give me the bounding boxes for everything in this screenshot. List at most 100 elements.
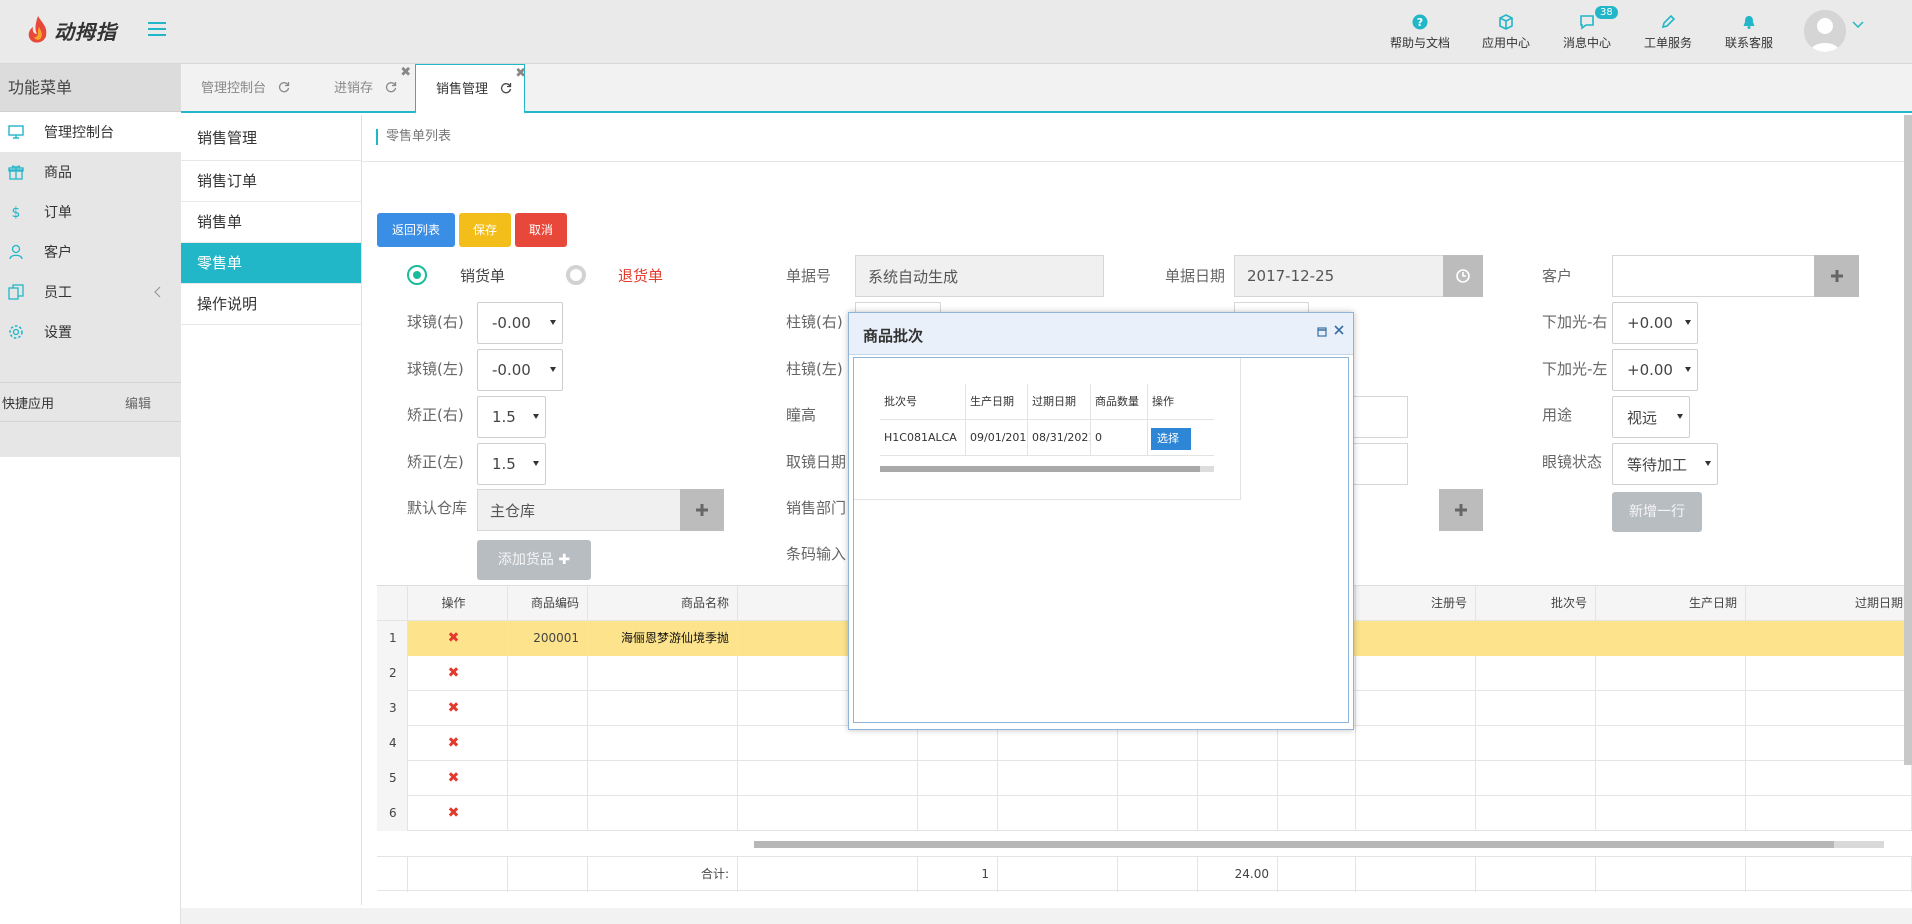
grid-cell[interactable] [1278,761,1356,796]
grid-cell[interactable] [1198,726,1278,761]
radio-return[interactable] [566,265,586,285]
grid-cell[interactable] [1356,796,1476,831]
radio-sale[interactable] [407,265,427,285]
refresh-icon[interactable] [385,81,397,93]
grid-cell[interactable] [998,761,1118,796]
save-button[interactable]: 保存 [459,213,511,247]
help-docs-button[interactable]: ? 帮助与文档 [1380,14,1460,51]
grid-cell[interactable] [1746,726,1912,761]
grid-cell[interactable] [1596,656,1746,691]
sidebar-item-goods[interactable]: 商品 [0,152,181,192]
goods-code-cell[interactable] [508,761,588,796]
goods-code-cell[interactable]: 200001 [508,621,588,656]
table-row[interactable]: 6 ✖ [377,796,1912,831]
delete-row-icon[interactable]: ✖ [408,726,508,761]
grid-cell[interactable] [738,761,918,796]
grid-cell[interactable] [1356,761,1476,796]
close-icon[interactable] [1333,324,1345,336]
delete-row-icon[interactable]: ✖ [408,621,508,656]
grid-cell[interactable] [1356,691,1476,726]
delete-row-icon[interactable]: ✖ [408,796,508,831]
sidebar-item-settings[interactable]: 设置 [0,312,181,352]
dept-add-button[interactable] [1439,489,1483,531]
usage-select[interactable]: 视远 [1612,396,1690,438]
message-center-button[interactable]: 38 消息中心 [1547,6,1627,51]
tab-sales-management[interactable]: 销售管理 ✖ [415,64,526,114]
grid-cell[interactable] [1476,691,1596,726]
sidebar-item-console[interactable]: 管理控制台 [0,112,181,152]
horizontal-scrollbar[interactable] [754,841,1884,848]
subnav-item-sales-order[interactable]: 销售订单 [181,161,361,202]
chevron-down-icon[interactable] [1852,18,1864,30]
goods-name-cell[interactable] [588,761,738,796]
goods-name-cell[interactable] [588,656,738,691]
grid-cell[interactable] [918,761,998,796]
grid-cell[interactable] [1746,691,1912,726]
subnav-item-instructions[interactable]: 操作说明 [181,284,361,325]
grid-cell[interactable] [1118,761,1198,796]
correction-left-select[interactable]: 1.5 [477,443,546,485]
sidebar-item-staff[interactable]: 员工 [0,272,181,312]
grid-cell[interactable] [1596,761,1746,796]
grid-cell[interactable] [1596,796,1746,831]
table-row[interactable]: 4 ✖ [377,726,1912,761]
customer-input[interactable] [1612,255,1815,297]
grid-cell[interactable] [1596,691,1746,726]
goods-code-cell[interactable] [508,796,588,831]
sph-right-select[interactable]: -0.00 [477,302,563,344]
grid-cell[interactable] [1746,656,1912,691]
batch-table-scrollbar[interactable] [880,466,1214,472]
grid-cell[interactable] [1596,726,1746,761]
ticket-service-button[interactable]: 工单服务 [1628,14,1708,51]
refresh-icon[interactable] [278,81,290,93]
app-center-button[interactable]: 应用中心 [1466,14,1546,51]
grid-cell[interactable] [1356,726,1476,761]
sidebar-item-customers[interactable]: 客户 [0,232,181,272]
maximize-icon[interactable] [1317,327,1327,337]
goods-code-cell[interactable] [508,691,588,726]
contact-support-button[interactable]: 联系客服 [1709,14,1789,51]
grid-cell[interactable] [1118,796,1198,831]
tab-console[interactable]: 管理控制台 [181,64,302,113]
table-row[interactable]: 5 ✖ [377,761,1912,796]
glasses-status-select[interactable]: 等待加工 [1612,443,1718,485]
scrollbar-thumb[interactable] [880,466,1200,472]
bill-no-input[interactable]: 系统自动生成 [855,255,1104,297]
delete-row-icon[interactable]: ✖ [408,656,508,691]
vertical-scrollbar[interactable] [1904,115,1912,765]
goods-code-cell[interactable] [508,656,588,691]
delete-row-icon[interactable]: ✖ [408,691,508,726]
close-icon[interactable]: ✖ [515,67,526,80]
quick-apps-edit-link[interactable]: 编辑 [125,393,151,412]
bill-date-input[interactable]: 2017-12-25 [1234,255,1444,297]
grid-cell[interactable] [1476,796,1596,831]
close-icon[interactable]: ✖ [400,66,411,79]
goods-name-cell[interactable] [588,691,738,726]
grid-cell[interactable] [998,726,1118,761]
tab-inventory[interactable]: 进销存 ✖ [314,64,411,113]
delete-row-icon[interactable]: ✖ [408,761,508,796]
warehouse-add-button[interactable] [680,489,724,531]
goods-code-cell[interactable] [508,726,588,761]
cancel-button[interactable]: 取消 [515,213,567,247]
grid-cell[interactable] [918,796,998,831]
grid-cell[interactable] [1198,796,1278,831]
sidebar-item-orders[interactable]: $ 订单 [0,192,181,232]
goods-name-cell[interactable] [588,796,738,831]
select-batch-button[interactable]: 选择 [1151,428,1191,450]
goods-name-cell[interactable]: 海俪恩梦游仙境季抛 [588,621,738,656]
date-picker-button[interactable] [1443,255,1483,297]
goods-name-cell[interactable] [588,726,738,761]
subnav-item-sales-bill[interactable]: 销售单 [181,202,361,243]
warehouse-input[interactable]: 主仓库 [477,489,682,531]
sph-left-select[interactable]: -0.00 [477,349,563,391]
back-to-list-button[interactable]: 返回列表 [377,213,455,247]
grid-cell[interactable] [998,796,1118,831]
avatar[interactable] [1804,10,1846,52]
grid-cell[interactable] [1476,726,1596,761]
add-power-left-select[interactable]: +0.00 [1612,349,1698,391]
customer-add-button[interactable] [1814,255,1859,297]
grid-cell[interactable] [1278,796,1356,831]
add-power-right-select[interactable]: +0.00 [1612,302,1698,344]
grid-cell[interactable] [1278,726,1356,761]
